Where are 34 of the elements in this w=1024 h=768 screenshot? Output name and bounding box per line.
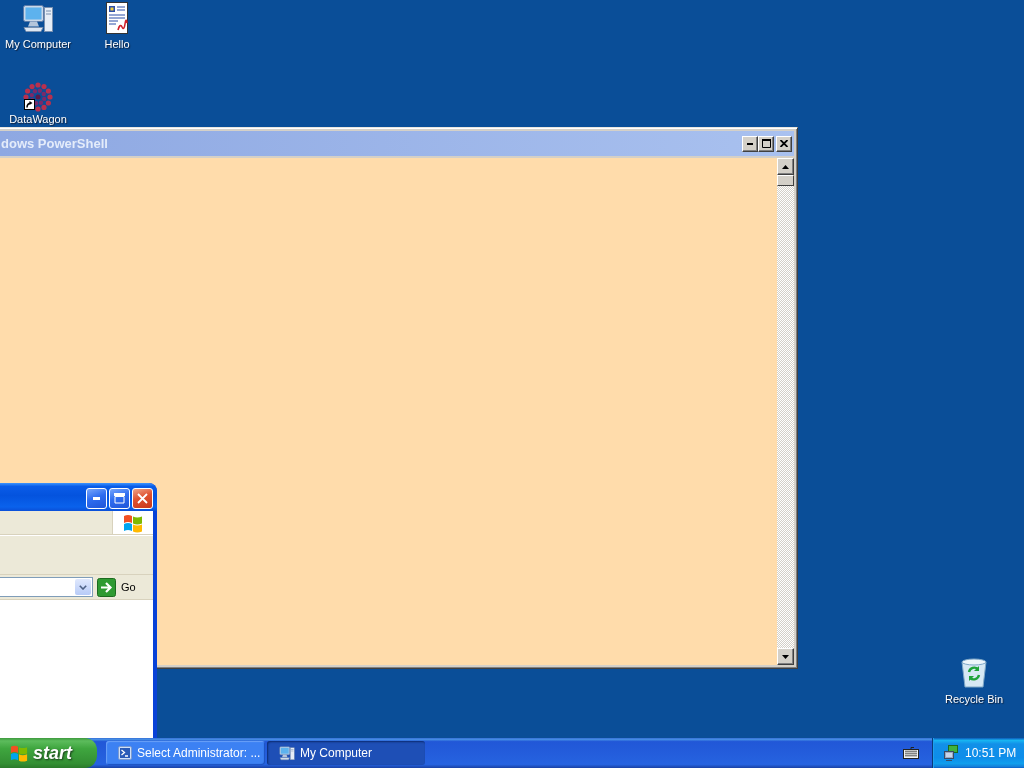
scroll-up-button[interactable] [777, 158, 794, 175]
minimize-button[interactable] [742, 135, 758, 152]
shortcut-arrow-icon [24, 99, 35, 110]
maximize-icon [761, 139, 771, 148]
taskbar-button[interactable]: Select Administrator: ... [106, 741, 265, 765]
dropdown-button[interactable] [75, 579, 91, 595]
scroll-down-button[interactable] [777, 648, 794, 665]
close-button[interactable] [776, 135, 792, 152]
network-icon[interactable] [943, 745, 959, 761]
flag-logo-icon [10, 744, 28, 762]
desktop-icon-label[interactable]: DataWagon [9, 114, 67, 125]
maximize-button[interactable] [758, 135, 774, 152]
computer-icon[interactable] [22, 2, 54, 34]
minimize-icon [747, 142, 753, 145]
down-arrow-icon [782, 654, 789, 659]
scrollbar-thumb[interactable] [777, 175, 794, 186]
console-icon [118, 746, 132, 760]
address-field[interactable] [0, 577, 93, 597]
close-icon [137, 493, 148, 504]
minimize-icon [93, 497, 100, 500]
window-title: dows PowerShell [0, 136, 109, 151]
flag-logo-icon [123, 512, 143, 533]
chevron-down-icon [79, 584, 87, 590]
desktop-icon-label[interactable]: Recycle Bin [944, 693, 1004, 706]
close-icon [780, 140, 788, 147]
taskbar-button[interactable]: My Computer [267, 741, 425, 765]
recycle-bin-icon[interactable] [958, 657, 990, 689]
desktop-icon-label[interactable]: Hello [104, 38, 130, 51]
keyboard-icon[interactable] [903, 747, 919, 759]
desktop-icon-label[interactable]: My Computer [5, 38, 71, 51]
go-button[interactable]: Go [97, 576, 140, 598]
computer-icon [279, 745, 295, 761]
up-arrow-icon [782, 164, 789, 169]
maximize-icon [114, 493, 125, 504]
